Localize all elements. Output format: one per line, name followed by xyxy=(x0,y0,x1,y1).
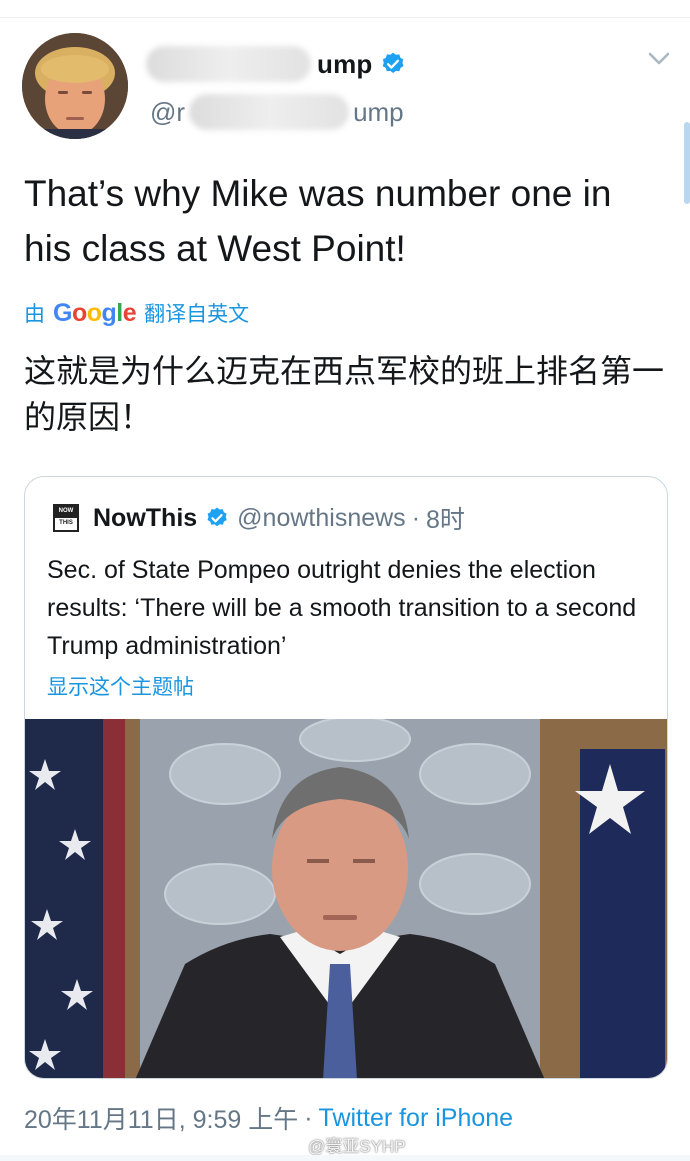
tweet-source-link[interactable]: Twitter for iPhone xyxy=(319,1104,514,1133)
quoted-tweet-header: NOW THIS NowThis @nowthisnews · 8时 xyxy=(53,501,465,535)
verified-badge-icon xyxy=(383,52,404,73)
avatar-portrait-image xyxy=(22,33,128,139)
google-logo: Google xyxy=(53,298,137,327)
weibo-icon xyxy=(278,1136,301,1154)
translated-suffix: 翻译自英文 xyxy=(144,303,250,326)
tweet-translation: 这就是为什么迈克在西点军校的班上排名第一的原因！ xyxy=(24,352,665,436)
quoted-author-handle: @nowthisnews xyxy=(237,503,406,532)
top-divider xyxy=(0,0,690,18)
quoted-tweet-image[interactable] xyxy=(25,719,667,1078)
author-handle-row: @r ump xyxy=(150,92,404,132)
translated-prefix: 由 xyxy=(24,303,45,326)
author-avatar[interactable] xyxy=(22,33,128,139)
nowthis-logo-icon: NOW THIS xyxy=(53,504,79,532)
show-thread-link[interactable]: 显示这个主题帖 xyxy=(47,671,194,701)
handle-suffix: ump xyxy=(353,96,404,127)
redacted-name-blur xyxy=(146,46,311,82)
press-briefing-photo xyxy=(25,719,667,1078)
chevron-down-icon[interactable] xyxy=(648,52,670,66)
timestamp-separator: · xyxy=(304,1103,313,1132)
quoted-author-name[interactable]: NowThis xyxy=(93,504,197,533)
quoted-tweet-card[interactable]: NOW THIS NowThis @nowthisnews · 8时 Sec. … xyxy=(24,476,668,1079)
redacted-handle-blur xyxy=(189,94,350,130)
scroll-indicator[interactable] xyxy=(684,122,690,204)
author-name-row[interactable]: ump xyxy=(146,42,406,86)
weibo-watermark: @寰亚SYHP xyxy=(278,1130,406,1158)
watermark-text: @寰亚SYHP xyxy=(308,1136,406,1156)
tweet-text: That’s why Mike was number one in his cl… xyxy=(24,173,612,269)
quoted-timestamp: 8时 xyxy=(426,506,465,534)
quoted-tweet-text: Sec. of State Pompeo outright denies the… xyxy=(47,556,637,660)
translated-by-google[interactable]: 由 Google 翻译自英文 xyxy=(24,298,249,328)
tweet-timestamp[interactable]: 20年11月11日, 9:59 上午 xyxy=(24,1100,298,1136)
verified-badge-icon xyxy=(207,507,227,527)
bottom-divider xyxy=(0,1155,690,1161)
quoted-separator: · xyxy=(411,503,421,532)
handle-prefix: @r xyxy=(150,96,186,127)
author-display-name[interactable]: ump xyxy=(317,49,372,80)
tweet-timestamp-row: 20年11月11日, 9:59 上午 · Twitter for iPhone xyxy=(24,1100,513,1136)
